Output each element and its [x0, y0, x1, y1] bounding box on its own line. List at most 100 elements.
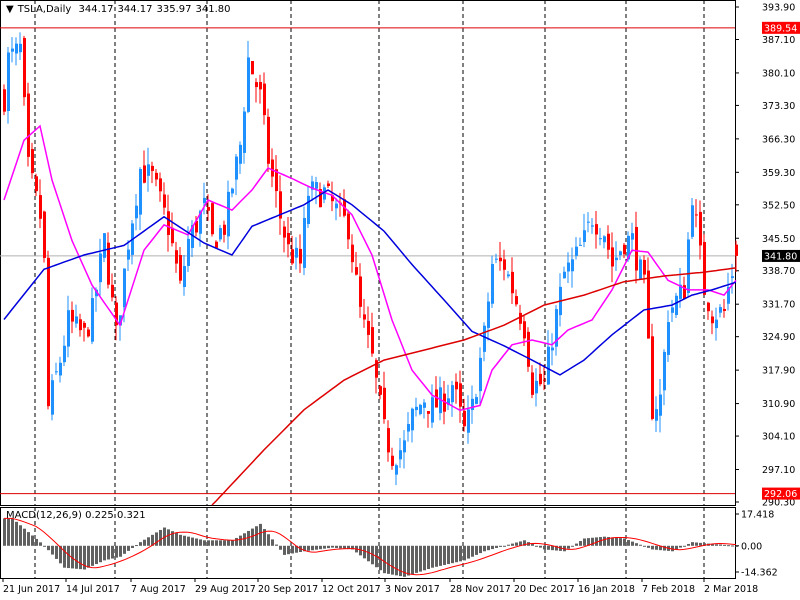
macd-histogram-bar [531, 543, 534, 546]
macd-histogram-bar [99, 545, 102, 563]
candle [171, 227, 174, 244]
macd-histogram-bar [79, 545, 82, 570]
candle [127, 249, 130, 260]
candle [243, 111, 246, 153]
candle [471, 398, 474, 411]
dropdown-triangle-icon[interactable]: ▼ [6, 4, 14, 15]
candle [35, 176, 38, 192]
macd-histogram-bar [287, 545, 290, 555]
macd-histogram-bar [499, 545, 502, 547]
candle [603, 236, 606, 243]
macd-histogram-bar [283, 545, 286, 555]
candle [295, 247, 298, 258]
candle [531, 372, 534, 395]
candle [51, 380, 54, 415]
macd-histogram-bar [199, 539, 202, 546]
high-value: 344.17 [117, 4, 153, 15]
macd-histogram-bar [695, 542, 698, 546]
macd-histogram-bar [463, 545, 466, 561]
macd-histogram-bar [459, 545, 462, 562]
candle [223, 224, 226, 235]
macd-histogram-bar [275, 544, 278, 546]
candle [731, 276, 734, 278]
candle [711, 316, 714, 324]
candle [571, 259, 574, 272]
candle [367, 320, 370, 335]
macd-histogram-bar [215, 540, 218, 546]
macd-histogram-bar [139, 542, 142, 546]
macd-histogram-bar [87, 545, 90, 568]
candle [659, 394, 662, 416]
candle [303, 217, 306, 268]
candle [595, 224, 598, 235]
macd-histogram-bar [119, 545, 122, 557]
candle [383, 387, 386, 420]
candle [91, 298, 94, 342]
candle [699, 211, 702, 246]
macd-histogram-bar [195, 538, 198, 546]
candle [55, 371, 58, 373]
candle [287, 233, 290, 245]
macd-histogram-bar [547, 545, 550, 550]
macd-histogram-bar [479, 545, 482, 554]
macd-title: MACD(12,26,9) 0.225 0.321 [6, 510, 146, 521]
macd-histogram-bar [63, 545, 66, 568]
candle [307, 195, 310, 224]
macd-histogram-bar [167, 529, 170, 546]
macd-histogram-bar [731, 545, 734, 547]
candle [47, 257, 50, 407]
price-tick-label: 310.90 [762, 399, 795, 410]
candle [719, 307, 722, 313]
date-tick-label: 21 Jun 2017 [3, 584, 60, 595]
chart-window: 393.90 387.10 380.10 373.30 366.30 359.30 352.… [0, 0, 800, 600]
candle [351, 244, 354, 263]
candle [231, 188, 234, 194]
candle [483, 325, 486, 352]
macd-histogram-bar [699, 542, 702, 546]
candle [459, 383, 462, 407]
low-value: 335.97 [156, 4, 192, 15]
macd-histogram-bar [127, 545, 130, 551]
price-tick-label: 373.30 [762, 101, 795, 112]
candle [495, 258, 498, 260]
macd-histogram-bar [423, 545, 426, 571]
macd-histogram-bar [475, 545, 478, 555]
candle [43, 211, 46, 258]
candle [39, 195, 42, 219]
candle [415, 406, 418, 411]
candle [263, 83, 266, 116]
macd-histogram-bar [615, 537, 618, 546]
candle [703, 242, 706, 295]
macd-histogram-bar [491, 545, 494, 550]
current-price-label: 341.80 [764, 251, 797, 262]
candle [675, 295, 678, 315]
candle [67, 310, 70, 347]
date-tick-label: 7 Feb 2018 [642, 584, 695, 595]
macd-histogram-bar [7, 518, 10, 546]
macd-histogram-bar [211, 540, 214, 546]
macd-histogram-bar [271, 539, 274, 546]
macd-histogram-bar [435, 545, 438, 567]
candle [667, 322, 670, 355]
candle [359, 276, 362, 307]
candle [547, 346, 550, 385]
candle [423, 402, 426, 408]
macd-histogram-bar [259, 523, 262, 546]
candle [639, 259, 642, 279]
macd-histogram-bar [75, 545, 78, 569]
level-price-label: 292.06 [764, 489, 797, 500]
macd-histogram-bar [207, 540, 210, 546]
macd-histogram-bar [255, 526, 258, 546]
candle [259, 81, 262, 90]
candle [235, 156, 238, 180]
candle [123, 268, 126, 308]
macd-histogram-bar [43, 545, 46, 547]
macd-histogram-bar [267, 534, 270, 546]
candle [211, 203, 214, 235]
date-tick-label: 20 Sep 2017 [258, 584, 318, 595]
macd-histogram-bar [447, 545, 450, 565]
candle [347, 213, 350, 240]
candle [63, 345, 66, 363]
macd-histogram-bar [415, 545, 418, 573]
macd-histogram-bar [175, 533, 178, 546]
